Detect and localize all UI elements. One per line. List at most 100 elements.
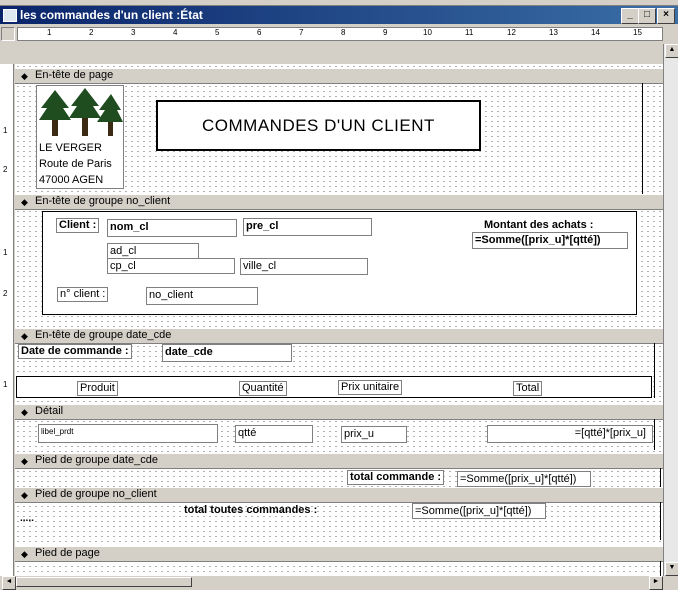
cp-cl-field[interactable]: cp_cl: [107, 258, 235, 274]
section-arrow-icon: ◆: [21, 549, 28, 559]
ruler-tick: 11: [465, 28, 474, 37]
section-label: En-tête de page: [35, 69, 114, 81]
no-client-field[interactable]: no_client: [146, 287, 258, 305]
ruler-tick: 14: [591, 28, 600, 37]
no-client-label[interactable]: n° client :: [57, 287, 109, 302]
total-toutes-commandes-label[interactable]: total toutes commandes :: [181, 503, 320, 518]
report-title-frame[interactable]: COMMANDES D'UN CLIENT: [156, 100, 481, 151]
company-name: LE VERGER: [39, 142, 102, 154]
ruler-tick: 13: [549, 28, 558, 37]
scroll-up-arrow-icon[interactable]: ▲: [665, 44, 678, 58]
maximize-button[interactable]: □: [638, 8, 656, 24]
ruler-tick: 4: [173, 28, 178, 37]
ruler-tick: 3: [131, 28, 136, 37]
right-margin-line: [654, 419, 655, 450]
section-label: En-tête de groupe no_client: [35, 195, 171, 207]
ruler-tick: 9: [383, 28, 388, 37]
ruler-tick: 2: [89, 28, 94, 37]
minimize-button[interactable]: _: [621, 8, 639, 24]
report-selector[interactable]: [1, 27, 15, 41]
ruler-tick: 6: [257, 28, 262, 37]
scroll-thumb[interactable]: [16, 577, 192, 587]
report-design-surface[interactable]: ◆ En-tête de page LE VERGER Route de Par…: [15, 64, 663, 576]
date-commande-label[interactable]: Date de commande :: [18, 344, 132, 359]
section-bar-detail[interactable]: ◆ Détail: [15, 404, 663, 420]
vruler-tick: 2: [3, 165, 8, 174]
libel-prdt-field[interactable]: libel_prdt: [38, 424, 218, 443]
section-bar-group-footer-client[interactable]: ◆ Pied de groupe no_client: [15, 487, 663, 503]
trees-logo-icon: [39, 88, 123, 136]
page-footer-section[interactable]: [15, 561, 663, 576]
ruler-tick: 15: [633, 28, 642, 37]
right-margin-line: [660, 561, 661, 576]
section-arrow-icon: ◆: [21, 331, 28, 341]
column-header-total[interactable]: Total: [513, 381, 543, 396]
right-margin-line: [660, 468, 661, 487]
section-arrow-icon: ◆: [21, 456, 28, 466]
group-footer-client-section[interactable]: ..... total toutes commandes : =Somme([p…: [15, 502, 663, 540]
company-city: 47000 AGEN: [39, 174, 104, 186]
section-arrow-icon: ◆: [21, 490, 28, 500]
section-arrow-icon: ◆: [21, 197, 28, 207]
section-label: Pied de page: [35, 547, 100, 559]
section-bar-page-footer[interactable]: ◆ Pied de page: [15, 546, 663, 562]
section-bar-group-header-client[interactable]: ◆ En-tête de groupe no_client: [15, 194, 663, 210]
ville-cl-field[interactable]: ville_cl: [240, 258, 368, 275]
vertical-scrollbar[interactable]: ▲ ▼: [663, 44, 678, 576]
page-header-section[interactable]: LE VERGER Route de Paris 47000 AGEN COMM…: [15, 83, 663, 200]
client-frame[interactable]: Client : nom_cl pre_cl ad_cl cp_cl ville…: [42, 211, 637, 315]
section-bar-group-header-date[interactable]: ◆ En-tête de groupe date_cde: [15, 328, 663, 344]
section-arrow-icon: ◆: [21, 71, 28, 81]
dotted-marker: .....: [20, 513, 34, 524]
section-bar-group-footer-date[interactable]: ◆ Pied de groupe date_cde: [15, 453, 663, 469]
date-cde-field[interactable]: date_cde: [162, 344, 292, 362]
ad-cl-field[interactable]: ad_cl: [107, 243, 199, 259]
ruler-tick: 12: [507, 28, 516, 37]
ruler-tick: 5: [215, 28, 220, 37]
total-line-expression[interactable]: =[qtté]*[prix_u]: [487, 425, 653, 443]
horizontal-ruler[interactable]: 1 2 3 4 5 6 7 8 9 10 11 12 13 14 15: [17, 27, 663, 41]
close-button[interactable]: ×: [657, 8, 675, 24]
vruler-tick: 1: [3, 126, 8, 135]
montant-label[interactable]: Montant des achats :: [484, 219, 593, 231]
total-commande-expression[interactable]: =Somme([prix_u]*[qtté]): [457, 471, 591, 487]
detail-section[interactable]: libel_prdt qtté prix_u =[qtté]*[prix_u]: [15, 419, 663, 450]
section-label: Pied de groupe date_cde: [35, 454, 158, 466]
nom-cl-field[interactable]: nom_cl: [107, 219, 237, 237]
company-address: Route de Paris: [39, 158, 112, 170]
section-label: En-tête de groupe date_cde: [35, 329, 172, 341]
vertical-ruler[interactable]: 1 2 1 2 1: [0, 64, 14, 576]
section-arrow-icon: ◆: [21, 407, 28, 417]
right-margin-line: [654, 343, 655, 398]
right-margin-line: [642, 83, 643, 200]
qtte-field[interactable]: qtté: [235, 425, 313, 443]
column-header-produit[interactable]: Produit: [77, 381, 118, 396]
total-toutes-commandes-expression[interactable]: =Somme([prix_u]*[qtté]): [412, 503, 546, 519]
ruler-tick: 7: [299, 28, 304, 37]
report-title: COMMANDES D'UN CLIENT: [202, 116, 435, 135]
section-label: Détail: [35, 405, 64, 417]
vruler-tick: 2: [3, 289, 8, 298]
report-window-icon: [3, 9, 17, 22]
client-label[interactable]: Client :: [56, 218, 100, 233]
ruler-tick: 8: [341, 28, 346, 37]
column-header-quantite[interactable]: Quantité: [239, 381, 287, 396]
section-label: Pied de groupe no_client: [35, 488, 157, 500]
pre-cl-field[interactable]: pre_cl: [243, 218, 372, 236]
prix-u-field[interactable]: prix_u: [341, 426, 407, 443]
company-logo-frame[interactable]: LE VERGER Route de Paris 47000 AGEN: [36, 85, 124, 189]
group-header-date-section[interactable]: Date de commande : date_cde Produit Quan…: [15, 343, 663, 398]
column-header-prix-unitaire[interactable]: Prix unitaire: [338, 380, 403, 395]
group-footer-date-section[interactable]: total commande : =Somme([prix_u]*[qtté]): [15, 468, 663, 487]
vruler-tick: 1: [3, 248, 8, 257]
ruler-gutter: [0, 44, 15, 64]
horizontal-scrollbar[interactable]: ◄ ►: [0, 576, 663, 590]
window-title-bar[interactable]: les commandes d'un client :État _ □ ×: [0, 6, 678, 24]
montant-expression[interactable]: =Somme([prix_u]*[qtté]): [472, 232, 628, 249]
vruler-tick: 1: [3, 380, 8, 389]
section-bar-page-header[interactable]: ◆ En-tête de page: [15, 68, 663, 84]
right-margin-line: [660, 502, 661, 540]
total-commande-label[interactable]: total commande :: [347, 470, 445, 485]
scroll-down-arrow-icon[interactable]: ▼: [665, 562, 678, 576]
group-header-client-section[interactable]: Client : nom_cl pre_cl ad_cl cp_cl ville…: [15, 209, 663, 317]
